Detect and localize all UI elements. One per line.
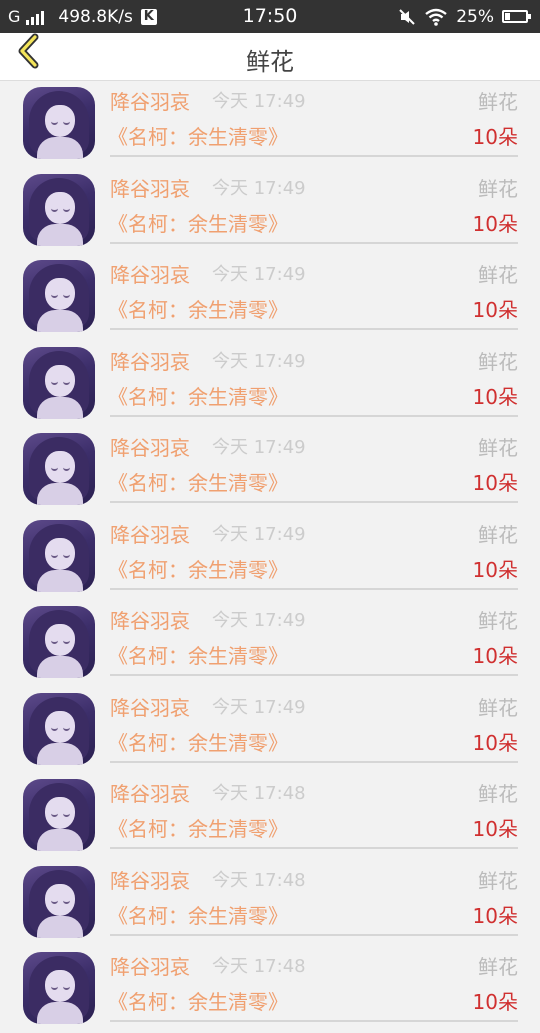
list-item[interactable]: 降谷羽哀 今天 17:49 鲜花 《名柯：余生清零》 10朵 bbox=[0, 341, 540, 428]
mute-icon bbox=[399, 8, 415, 25]
battery-percent: 25% bbox=[456, 6, 494, 27]
avatar[interactable] bbox=[23, 692, 95, 765]
divider bbox=[110, 760, 518, 763]
gift-type: 鲜花 bbox=[478, 349, 518, 374]
list-item[interactable]: 降谷羽哀 今天 17:48 鲜花 《名柯：余生清零》 10朵 bbox=[0, 773, 540, 860]
divider bbox=[110, 847, 518, 849]
gift-count: 10朵 bbox=[472, 125, 518, 149]
divider bbox=[110, 155, 518, 157]
list-item[interactable]: 降谷羽哀 今天 17:48 鲜花 《名柯：余生清零》 10朵 bbox=[0, 860, 540, 947]
timestamp: 今天 17:49 bbox=[212, 264, 306, 285]
user-name[interactable]: 降谷羽哀 bbox=[110, 349, 190, 375]
user-name[interactable]: 降谷羽哀 bbox=[110, 954, 190, 980]
user-name[interactable]: 降谷羽哀 bbox=[110, 695, 190, 721]
divider bbox=[110, 241, 518, 244]
divider bbox=[110, 328, 518, 330]
gift-type: 鲜花 bbox=[478, 263, 518, 287]
book-title[interactable]: 《名柯：余生清零》 bbox=[108, 989, 288, 1015]
timestamp: 今天 17:48 bbox=[212, 956, 306, 977]
book-title[interactable]: 《名柯：余生清零》 bbox=[108, 903, 288, 929]
gift-type: 鲜花 bbox=[478, 782, 518, 806]
avatar[interactable] bbox=[23, 952, 95, 1024]
gift-type: 鲜花 bbox=[478, 522, 518, 547]
list-item[interactable]: 降谷羽哀 今天 17:49 鲜花 《名柯：余生清零》 10朵 bbox=[0, 81, 540, 168]
gift-count: 10朵 bbox=[472, 557, 518, 582]
user-name[interactable]: 降谷羽哀 bbox=[110, 262, 190, 288]
gift-type: 鲜花 bbox=[478, 868, 518, 893]
gift-count: 10朵 bbox=[472, 903, 518, 928]
avatar[interactable] bbox=[23, 865, 95, 938]
timestamp: 今天 17:48 bbox=[212, 869, 306, 891]
status-bar: G 498.8K/s K 17:50 25% bbox=[0, 0, 540, 33]
book-title[interactable]: 《名柯：余生清零》 bbox=[108, 297, 288, 323]
divider bbox=[110, 587, 518, 590]
gift-count: 10朵 bbox=[472, 644, 518, 668]
avatar[interactable] bbox=[23, 606, 95, 678]
gift-count: 10朵 bbox=[472, 990, 518, 1014]
avatar[interactable] bbox=[23, 779, 95, 851]
gift-count: 10朵 bbox=[472, 211, 518, 236]
list-item[interactable]: 降谷羽哀 今天 17:49 鲜花 《名柯：余生清零》 10朵 bbox=[0, 514, 540, 601]
gift-count: 10朵 bbox=[472, 817, 518, 841]
timestamp: 今天 17:49 bbox=[212, 177, 306, 199]
gift-type: 鲜花 bbox=[478, 695, 518, 720]
user-name[interactable]: 降谷羽哀 bbox=[110, 781, 190, 807]
flower-list: 降谷羽哀 今天 17:49 鲜花 《名柯：余生清零》 10朵 降谷羽哀 今天 1… bbox=[0, 81, 540, 1033]
book-title[interactable]: 《名柯：余生清零》 bbox=[108, 211, 288, 237]
timestamp: 今天 17:49 bbox=[212, 696, 306, 718]
list-item[interactable]: 降谷羽哀 今天 17:49 鲜花 《名柯：余生清零》 10朵 bbox=[0, 427, 540, 514]
timestamp: 今天 17:49 bbox=[212, 523, 306, 545]
chevron-left-icon bbox=[18, 33, 39, 69]
user-name[interactable]: 降谷羽哀 bbox=[110, 868, 190, 894]
book-title[interactable]: 《名柯：余生清零》 bbox=[108, 470, 288, 496]
timestamp: 今天 17:48 bbox=[212, 783, 306, 804]
gift-type: 鲜花 bbox=[478, 90, 518, 114]
avatar[interactable] bbox=[23, 260, 95, 332]
avatar[interactable] bbox=[23, 87, 95, 159]
avatar[interactable] bbox=[23, 173, 95, 246]
book-title[interactable]: 《名柯：余生清零》 bbox=[108, 816, 288, 842]
header-bar: 鲜花 bbox=[0, 33, 540, 81]
list-item[interactable]: 降谷羽哀 今天 17:49 鲜花 《名柯：余生清零》 10朵 bbox=[0, 168, 540, 255]
list-item[interactable]: 降谷羽哀 今天 17:49 鲜花 《名柯：余生清零》 10朵 bbox=[0, 600, 540, 687]
list-item[interactable]: 降谷羽哀 今天 17:48 鲜花 《名柯：余生清零》 10朵 bbox=[0, 946, 540, 1033]
back-button[interactable] bbox=[10, 33, 50, 73]
battery-icon bbox=[502, 10, 531, 23]
timestamp: 今天 17:49 bbox=[212, 437, 306, 458]
book-title[interactable]: 《名柯：余生清零》 bbox=[108, 384, 288, 410]
user-name[interactable]: 降谷羽哀 bbox=[110, 522, 190, 548]
gift-type: 鲜花 bbox=[478, 955, 518, 979]
book-title[interactable]: 《名柯：余生清零》 bbox=[108, 643, 288, 669]
avatar[interactable] bbox=[23, 346, 95, 419]
gift-type: 鲜花 bbox=[478, 176, 518, 201]
status-right: 25% bbox=[398, 0, 531, 33]
divider bbox=[110, 414, 518, 417]
wifi-icon bbox=[425, 8, 447, 26]
divider bbox=[110, 674, 518, 676]
book-title[interactable]: 《名柯：余生清零》 bbox=[108, 730, 288, 756]
gift-count: 10朵 bbox=[472, 298, 518, 322]
list-item[interactable]: 降谷羽哀 今天 17:49 鲜花 《名柯：余生清零》 10朵 bbox=[0, 254, 540, 341]
list-item[interactable]: 降谷羽哀 今天 17:49 鲜花 《名柯：余生清零》 10朵 bbox=[0, 687, 540, 774]
gift-count: 10朵 bbox=[472, 471, 518, 495]
gift-type: 鲜花 bbox=[478, 609, 518, 633]
book-title[interactable]: 《名柯：余生清零》 bbox=[108, 557, 288, 583]
user-name[interactable]: 降谷羽哀 bbox=[110, 608, 190, 634]
user-name[interactable]: 降谷羽哀 bbox=[110, 89, 190, 115]
avatar[interactable] bbox=[23, 519, 95, 592]
gift-count: 10朵 bbox=[472, 384, 518, 409]
divider bbox=[110, 1020, 518, 1022]
user-name[interactable]: 降谷羽哀 bbox=[110, 176, 190, 202]
divider bbox=[110, 501, 518, 503]
timestamp: 今天 17:49 bbox=[212, 350, 306, 372]
avatar[interactable] bbox=[23, 433, 95, 505]
gift-type: 鲜花 bbox=[478, 436, 518, 460]
timestamp: 今天 17:49 bbox=[212, 610, 306, 631]
divider bbox=[110, 933, 518, 936]
book-title[interactable]: 《名柯：余生清零》 bbox=[108, 124, 288, 150]
timestamp: 今天 17:49 bbox=[212, 91, 306, 112]
user-name[interactable]: 降谷羽哀 bbox=[110, 435, 190, 461]
gift-count: 10朵 bbox=[472, 730, 518, 755]
